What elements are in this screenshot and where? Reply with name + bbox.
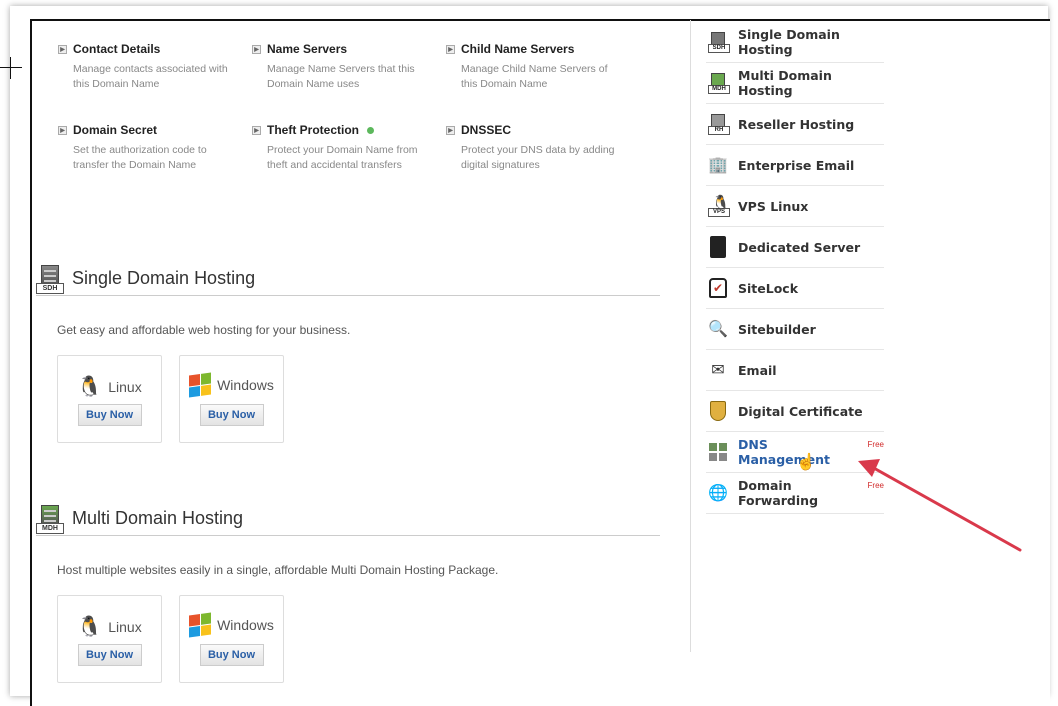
sidebar-item-label[interactable]: Digital Certificate (738, 404, 863, 419)
crosshair-cursor-icon (0, 67, 22, 68)
linux-plan-card: 🐧 Linux Buy Now (57, 355, 162, 443)
sitebuilder-icon: 🔍 (708, 321, 728, 338)
sitelock-icon: ✔ (706, 276, 730, 300)
option-desc: Protect your DNS data by adding digital … (461, 144, 615, 171)
os-label: Linux (108, 618, 142, 635)
section-description: Get easy and affordable web hosting for … (57, 323, 351, 337)
sidebar-item-dedicated-server[interactable]: Dedicated Server (706, 227, 884, 268)
windows-logo-icon (189, 372, 212, 398)
sidebar-item-label[interactable]: Domain Forwarding (738, 478, 864, 508)
option-name-servers[interactable]: ▶ Name Servers Manage Name Servers that t… (252, 42, 432, 92)
crosshair-cursor-icon-vertical (10, 57, 11, 79)
hand-pointer-cursor-icon: ☝ (796, 454, 816, 471)
option-desc: Manage Child Name Servers of this Domain… (461, 63, 608, 90)
sidebar-item-label[interactable]: Multi Domain Hosting (738, 68, 884, 98)
dns-management-icon (706, 440, 730, 464)
annotation-arrow-icon (858, 459, 1022, 552)
option-child-name-servers[interactable]: ▶ Child Name Servers Manage Child Name Se… (446, 42, 626, 92)
option-title[interactable]: DNSSEC (461, 123, 511, 137)
email-icon: ✉ (711, 362, 725, 379)
vps-linux-icon: 🐧 VPS (706, 194, 730, 218)
sidebar-item-sitebuilder[interactable]: 🔍 Sitebuilder (706, 309, 884, 350)
option-title[interactable]: Name Servers (267, 42, 347, 56)
option-title[interactable]: Theft Protection (267, 123, 359, 137)
tux-linux-icon: 🐧 (77, 376, 103, 398)
buy-now-button[interactable]: Buy Now (199, 644, 264, 666)
sidebar-item-label[interactable]: Dedicated Server (738, 240, 860, 255)
sidebar-item-sitelock[interactable]: ✔ SiteLock (706, 268, 884, 309)
section-header-sdh: SDH Single Domain Hosting (36, 262, 660, 296)
section-title: Single Domain Hosting (72, 268, 256, 288)
bullet-icon: ▶ (446, 44, 455, 54)
os-label: Windows (217, 377, 274, 393)
option-domain-secret[interactable]: ▶ Domain Secret Set the authorization cod… (58, 123, 238, 173)
enterprise-email-icon: 🏢 (708, 157, 728, 174)
sidebar-item-digital-certificate[interactable]: Digital Certificate (706, 391, 884, 432)
domain-forwarding-icon: 🌐 (708, 485, 728, 502)
sidebar-item-single-domain-hosting[interactable]: SDH Single Domain Hosting (706, 22, 884, 63)
windows-logo-icon (189, 612, 212, 638)
sidebar-item-label[interactable]: Reseller Hosting (738, 117, 854, 132)
sidebar-item-enterprise-email[interactable]: 🏢 Enterprise Email (706, 145, 884, 186)
os-label: Linux (108, 378, 142, 395)
bullet-icon: ▶ (252, 125, 261, 135)
sidebar-item-multi-domain-hosting[interactable]: MDH Multi Domain Hosting (706, 63, 884, 104)
section-title: Multi Domain Hosting (72, 508, 244, 528)
sidebar-item-label[interactable]: Single Domain Hosting (738, 27, 884, 57)
dedicated-server-icon (706, 235, 730, 259)
bullet-icon: ▶ (58, 125, 67, 135)
sidebar-item-label[interactable]: VPS Linux (738, 199, 808, 214)
section-header-mdh: MDH Multi Domain Hosting (36, 502, 660, 536)
rh-server-icon: RH (706, 112, 730, 136)
option-desc: Protect your Domain Name from theft and … (267, 144, 418, 171)
option-dnssec[interactable]: ▶ DNSSEC Protect your DNS data by adding … (446, 123, 626, 173)
windows-plan-card: Windows Buy Now (179, 355, 284, 443)
sidebar-item-label[interactable]: Email (738, 363, 777, 378)
buy-now-button[interactable]: Buy Now (77, 644, 142, 666)
sidebar-item-label[interactable]: Sitebuilder (738, 322, 816, 337)
tux-linux-icon: 🐧 (77, 616, 103, 638)
option-contact-details[interactable]: ▶ Contact Details Manage contacts associa… (58, 42, 238, 92)
sidebar-item-label[interactable]: SiteLock (738, 281, 798, 296)
option-title[interactable]: Contact Details (73, 42, 160, 56)
option-theft-protection[interactable]: ▶ Theft Protection Protect your Domain Na… (252, 123, 432, 173)
bullet-icon: ▶ (58, 44, 67, 54)
section-description: Host multiple websites easily in a singl… (57, 563, 499, 577)
option-title[interactable]: Domain Secret (73, 123, 157, 137)
option-desc: Manage contacts associated with this Dom… (73, 63, 228, 90)
sdh-server-icon: SDH (36, 265, 66, 295)
option-title[interactable]: Child Name Servers (461, 42, 574, 56)
sidebar-item-email[interactable]: ✉ Email (706, 350, 884, 391)
option-desc: Manage Name Servers that this Domain Nam… (267, 63, 415, 90)
sidebar-item-vps-linux[interactable]: 🐧 VPS VPS Linux (706, 186, 884, 227)
sidebar-item-reseller-hosting[interactable]: RH Reseller Hosting (706, 104, 884, 145)
free-badge: Free (867, 439, 884, 449)
sdh-server-icon: SDH (706, 30, 730, 54)
windows-plan-card: Windows Buy Now (179, 595, 284, 683)
buy-now-button[interactable]: Buy Now (77, 404, 142, 426)
mdh-server-icon: MDH (36, 505, 66, 535)
mdh-server-icon: MDH (706, 71, 730, 95)
sidebar-item-label[interactable]: Enterprise Email (738, 158, 854, 173)
digital-certificate-icon (706, 399, 730, 423)
bullet-icon: ▶ (252, 44, 261, 54)
linux-plan-card: 🐧 Linux Buy Now (57, 595, 162, 683)
os-label: Windows (217, 617, 274, 633)
bullet-icon: ▶ (446, 125, 455, 135)
buy-now-button[interactable]: Buy Now (199, 404, 264, 426)
option-desc: Set the authorization code to transfer t… (73, 144, 207, 171)
status-active-icon (367, 126, 374, 134)
sidebar-divider (690, 20, 691, 652)
